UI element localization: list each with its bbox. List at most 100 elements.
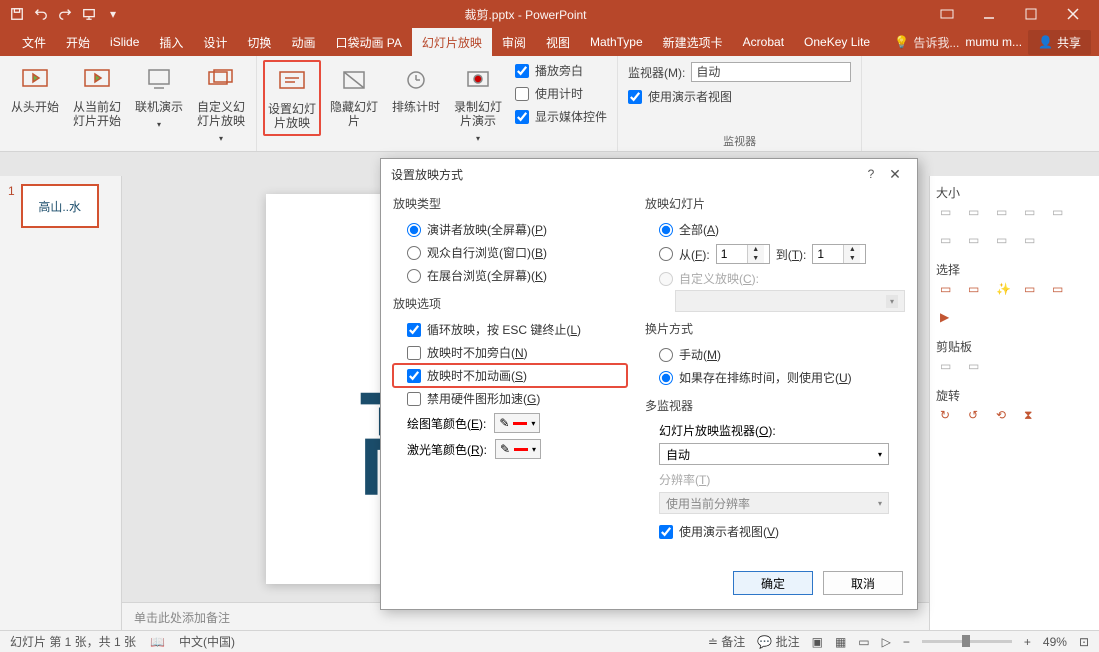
check-no-animation[interactable]: 放映时不加动画(S) bbox=[393, 364, 627, 387]
from-spinner[interactable]: ▲▼ bbox=[716, 244, 770, 264]
presenter-view-checkbox[interactable]: 使用演示者视图 bbox=[624, 86, 855, 107]
dialog-title: 设置放映方式 bbox=[391, 166, 859, 183]
normal-view-icon[interactable]: ▣ bbox=[812, 635, 823, 649]
custom-show-select: ▾ bbox=[675, 290, 905, 312]
zoom-level[interactable]: 49% bbox=[1043, 635, 1067, 649]
undo-icon[interactable] bbox=[30, 3, 52, 25]
tab-insert[interactable]: 插入 bbox=[149, 28, 193, 56]
tab-pocket[interactable]: 口袋动画 PA bbox=[325, 28, 411, 56]
check-no-narration[interactable]: 放映时不加旁白(N) bbox=[393, 341, 627, 364]
title-bar: ▾ 裁剪.pptx - PowerPoint bbox=[0, 0, 1099, 28]
tab-islide[interactable]: iSlide bbox=[100, 28, 149, 56]
window-title: 裁剪.pptx - PowerPoint bbox=[124, 6, 927, 23]
tell-me-search[interactable]: 💡告诉我... bbox=[894, 34, 959, 51]
custom-show-button[interactable]: 自定义幻灯片放映▾ bbox=[192, 60, 250, 150]
lightbulb-icon: 💡 bbox=[894, 35, 909, 49]
radio-presented[interactable]: 演讲者放映(全屏幕)(P) bbox=[393, 218, 627, 241]
check-loop[interactable]: 循环放映，按 ESC 键终止(L) bbox=[393, 318, 627, 341]
online-present-button[interactable]: 联机演示▾ bbox=[130, 60, 188, 136]
sorter-view-icon[interactable]: ▦ bbox=[835, 635, 846, 649]
zoom-out-icon[interactable]: − bbox=[903, 635, 910, 649]
slideshow-view-icon[interactable]: ▷ bbox=[882, 635, 891, 649]
ribbon-display-icon[interactable] bbox=[927, 2, 967, 26]
media-checkbox[interactable]: 显示媒体控件 bbox=[511, 106, 611, 127]
radio-manual[interactable]: 手动(M) bbox=[645, 343, 905, 366]
language-label[interactable]: 中文(中国) bbox=[179, 633, 235, 650]
tab-onekeylite[interactable]: OneKey Lite bbox=[794, 28, 880, 56]
thumb-number: 1 bbox=[8, 184, 15, 228]
setup-icon bbox=[276, 66, 308, 98]
setup-slideshow-button[interactable]: 设置幻灯片放映 bbox=[263, 60, 321, 136]
rehearse-button[interactable]: 排练计时 bbox=[387, 60, 445, 118]
thumbnail-panel: 1 高山..水 bbox=[0, 176, 122, 630]
to-spinner[interactable]: ▲▼ bbox=[812, 244, 866, 264]
spellcheck-icon[interactable]: 📖 bbox=[150, 635, 165, 649]
qat-more-icon[interactable]: ▾ bbox=[102, 3, 124, 25]
fit-window-icon[interactable]: ⊡ bbox=[1079, 635, 1089, 649]
record-icon bbox=[462, 64, 494, 96]
check-disable-hw[interactable]: 禁用硬件图形加速(G) bbox=[393, 387, 627, 410]
share-button[interactable]: 👤共享 bbox=[1028, 30, 1091, 55]
redo-icon[interactable] bbox=[54, 3, 76, 25]
setup-show-dialog: 设置放映方式 ? ✕ 放映类型 演讲者放映(全屏幕)(P) 观众自行浏览(窗口)… bbox=[380, 158, 918, 610]
from-current-button[interactable]: 从当前幻灯片开始 bbox=[68, 60, 126, 132]
zoom-slider[interactable] bbox=[922, 640, 1012, 643]
tab-acrobat[interactable]: Acrobat bbox=[733, 28, 794, 56]
radio-browsed-individual[interactable]: 观众自行浏览(窗口)(B) bbox=[393, 241, 627, 264]
ribbon: 从头开始 从当前幻灯片开始 联机演示▾ 自定义幻灯片放映▾ 开始放映幻灯片 设置… bbox=[0, 56, 1099, 152]
cancel-button[interactable]: 取消 bbox=[823, 571, 903, 595]
dialog-help-icon[interactable]: ? bbox=[859, 167, 883, 181]
check-presenter-view[interactable]: 使用演示者视图(V) bbox=[659, 520, 891, 543]
tab-mathtype[interactable]: MathType bbox=[580, 28, 653, 56]
tab-view[interactable]: 视图 bbox=[536, 28, 580, 56]
quick-access-toolbar: ▾ bbox=[6, 3, 124, 25]
dialog-close-icon[interactable]: ✕ bbox=[883, 166, 907, 183]
tab-review[interactable]: 审阅 bbox=[492, 28, 536, 56]
minimize-icon[interactable] bbox=[969, 2, 1009, 26]
ribbon-tabstrip: 文件 开始 iSlide 插入 设计 切换 动画 口袋动画 PA 幻灯片放映 审… bbox=[0, 28, 1099, 56]
maximize-icon[interactable] bbox=[1011, 2, 1051, 26]
custom-show-icon bbox=[205, 64, 237, 96]
resolution-select: 使用当前分辨率▾ bbox=[659, 492, 889, 514]
comments-toggle[interactable]: 💬 批注 bbox=[757, 633, 799, 650]
group-label-monitor: 监视器 bbox=[624, 131, 855, 149]
tab-file[interactable]: 文件 bbox=[12, 28, 56, 56]
pen-icon: ✎ bbox=[499, 416, 509, 430]
tab-home[interactable]: 开始 bbox=[56, 28, 100, 56]
slide-thumbnail[interactable]: 高山..水 bbox=[21, 184, 99, 228]
narration-checkbox[interactable]: 播放旁白 bbox=[511, 60, 611, 81]
tab-animation[interactable]: 动画 bbox=[281, 28, 325, 56]
laser-color-button[interactable]: ✎▾ bbox=[495, 439, 541, 459]
play-icon bbox=[19, 64, 51, 96]
hide-icon bbox=[338, 64, 370, 96]
timings-checkbox[interactable]: 使用计时 bbox=[511, 83, 611, 104]
ok-button[interactable]: 确定 bbox=[733, 571, 813, 595]
save-icon[interactable] bbox=[6, 3, 28, 25]
from-beginning-button[interactable]: 从头开始 bbox=[6, 60, 64, 118]
monitor-select[interactable]: 自动 bbox=[691, 62, 851, 82]
zoom-in-icon[interactable]: + bbox=[1024, 635, 1031, 649]
record-button[interactable]: 录制幻灯片演示▾ bbox=[449, 60, 507, 150]
radio-custom-show: 自定义放映(C): bbox=[645, 267, 905, 290]
play-current-icon bbox=[81, 64, 113, 96]
radio-from-to[interactable]: 从(F): ▲▼ 到(T): ▲▼ bbox=[645, 241, 905, 267]
close-icon[interactable] bbox=[1053, 2, 1093, 26]
monitor-label: 监视器(M): bbox=[628, 64, 685, 81]
slideshow-quick-icon[interactable] bbox=[78, 3, 100, 25]
tab-design[interactable]: 设计 bbox=[193, 28, 237, 56]
monitor-select-dialog[interactable]: 自动▾ bbox=[659, 443, 889, 465]
radio-all-slides[interactable]: 全部(A) bbox=[645, 218, 905, 241]
tab-transition[interactable]: 切换 bbox=[237, 28, 281, 56]
tab-newtab[interactable]: 新建选项卡 bbox=[653, 28, 733, 56]
notes-toggle[interactable]: ≐ 备注 bbox=[708, 633, 745, 650]
radio-kiosk[interactable]: 在展台浏览(全屏幕)(K) bbox=[393, 264, 627, 287]
pen-color-button[interactable]: ✎▾ bbox=[494, 413, 540, 433]
tab-slideshow[interactable]: 幻灯片放映 bbox=[412, 28, 492, 56]
radio-use-timings[interactable]: 如果存在排练时间，则使用它(U) bbox=[645, 366, 905, 389]
share-icon: 👤 bbox=[1038, 35, 1053, 49]
reading-view-icon[interactable]: ▭ bbox=[858, 635, 869, 649]
user-label[interactable]: mumu m... bbox=[965, 35, 1022, 49]
status-bar: 幻灯片 第 1 张，共 1 张 📖 中文(中国) ≐ 备注 💬 批注 ▣ ▦ ▭… bbox=[0, 630, 1099, 652]
hide-slide-button[interactable]: 隐藏幻灯片 bbox=[325, 60, 383, 132]
right-panel: 大小 ▭▭▭▭▭▭▭▭▭ 选择 ▭▭✨▭▭▶ 剪贴板 ▭▭ 旋转 ↻↺⟲⧗ bbox=[929, 176, 1099, 630]
